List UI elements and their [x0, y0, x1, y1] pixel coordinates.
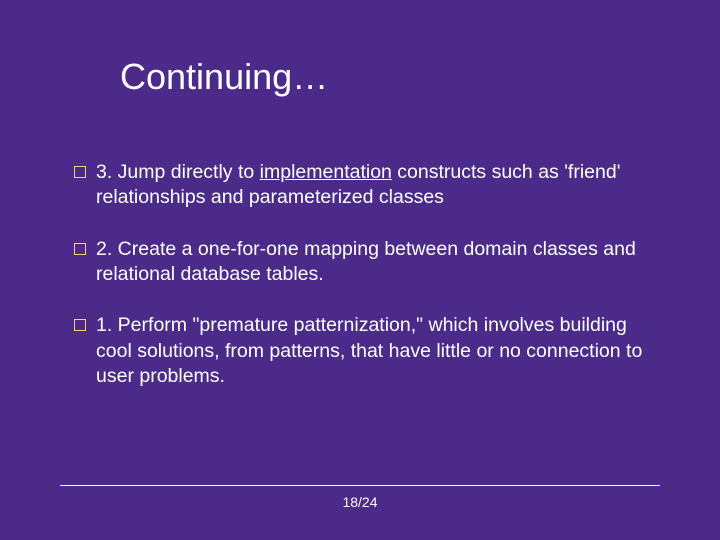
- slide: Continuing… 3. Jump directly to implemen…: [0, 0, 720, 540]
- bullet-prefix: 2. Create a one-for-one mapping between …: [96, 238, 636, 285]
- slide-body: 3. Jump directly to implementation const…: [74, 160, 668, 415]
- square-bullet-icon: [74, 319, 86, 331]
- list-item: 3. Jump directly to implementation const…: [74, 160, 668, 211]
- bullet-prefix: 1. Perform "premature patternization," w…: [96, 314, 642, 387]
- square-bullet-icon: [74, 166, 86, 178]
- divider: [60, 485, 660, 486]
- bullet-text: 1. Perform "premature patternization," w…: [96, 313, 668, 389]
- square-bullet-icon: [74, 243, 86, 255]
- list-item: 1. Perform "premature patternization," w…: [74, 313, 668, 389]
- bullet-underlined: implementation: [260, 161, 392, 183]
- page-number: 18/24: [0, 494, 720, 510]
- bullet-prefix: 3. Jump directly to: [96, 161, 260, 183]
- slide-title: Continuing…: [120, 56, 328, 98]
- bullet-text: 2. Create a one-for-one mapping between …: [96, 237, 668, 288]
- bullet-text: 3. Jump directly to implementation const…: [96, 160, 668, 211]
- list-item: 2. Create a one-for-one mapping between …: [74, 237, 668, 288]
